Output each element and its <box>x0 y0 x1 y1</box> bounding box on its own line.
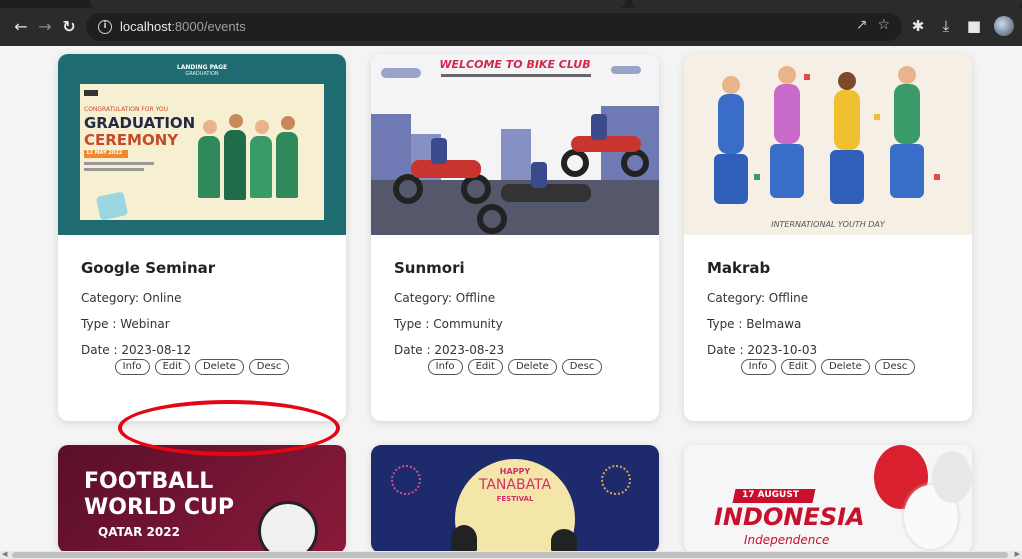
event-category: Category: Offline <box>394 291 496 305</box>
delete-button[interactable]: Delete <box>820 359 870 375</box>
edit-button[interactable]: Edit <box>467 359 503 375</box>
event-card: WELCOME TO BIKE CLUB Sunmori Category: O… <box>371 54 659 421</box>
event-image: LANDING PAGE GRADUATION CONGRATULATION F… <box>58 54 346 235</box>
event-category: Category: Online <box>81 291 182 305</box>
event-image: FOOTBALL WORLD CUP QATAR 2022 <box>58 445 346 551</box>
forward-icon[interactable]: → <box>34 16 56 38</box>
event-image: INTERNATIONAL YOUTH DAY <box>684 54 972 235</box>
horizontal-scrollbar[interactable]: ◀ ▶ <box>0 550 1022 559</box>
delete-button[interactable]: Delete <box>194 359 244 375</box>
event-title: Google Seminar <box>81 259 216 277</box>
event-date: Date : 2023-08-23 <box>394 343 505 357</box>
reload-icon[interactable]: ↻ <box>58 16 80 38</box>
download-icon[interactable]: ⤓ <box>938 17 954 35</box>
address-bar[interactable]: i localhost:8000/events ↗ ☆ <box>86 13 902 41</box>
site-info-icon[interactable]: i <box>98 20 112 34</box>
event-date: Date : 2023-08-12 <box>81 343 192 357</box>
event-date: Date : 2023-10-03 <box>707 343 818 357</box>
event-card: FOOTBALL WORLD CUP QATAR 2022 <box>58 445 346 551</box>
side-panel-icon[interactable]: ■ <box>966 17 982 35</box>
event-type: Type : Webinar <box>81 317 170 331</box>
event-image: HAPPY TANABATA FESTIVAL <box>371 445 659 551</box>
tab-strip-area <box>90 0 625 8</box>
edit-button[interactable]: Edit <box>780 359 816 375</box>
highlight-annotation <box>118 400 340 456</box>
scroll-left-arrow-icon[interactable]: ◀ <box>2 550 7 558</box>
bookmark-star-icon[interactable]: ☆ <box>877 17 890 33</box>
tab-strip <box>0 0 1022 8</box>
browser-toolbar: ← → ↻ i localhost:8000/events ↗ ☆ ✱ ⤓ ■ … <box>0 8 1022 46</box>
event-category: Category: Offline <box>707 291 809 305</box>
scrollbar-thumb[interactable] <box>12 552 1008 558</box>
event-type: Type : Community <box>394 317 503 331</box>
event-card: 17 AUGUST INDONESIA Independence <box>684 445 972 551</box>
event-image: WELCOME TO BIKE CLUB <box>371 54 659 235</box>
extensions-icon[interactable]: ✱ <box>910 17 926 35</box>
info-button[interactable]: Info <box>740 359 776 375</box>
event-card: INTERNATIONAL YOUTH DAY Makrab Category:… <box>684 54 972 421</box>
url-text[interactable]: localhost:8000/events <box>120 19 246 34</box>
events-page: LANDING PAGE GRADUATION CONGRATULATION F… <box>0 46 1022 551</box>
tab-strip-area-right <box>632 0 1022 8</box>
edit-button[interactable]: Edit <box>154 359 190 375</box>
scroll-right-arrow-icon[interactable]: ▶ <box>1015 550 1020 558</box>
desc-button[interactable]: Desc <box>874 359 916 375</box>
event-title: Sunmori <box>394 259 465 277</box>
delete-button[interactable]: Delete <box>507 359 557 375</box>
info-button[interactable]: Info <box>114 359 150 375</box>
desc-button[interactable]: Desc <box>248 359 290 375</box>
share-icon[interactable]: ↗ <box>856 17 868 33</box>
info-button[interactable]: Info <box>427 359 463 375</box>
event-card: HAPPY TANABATA FESTIVAL <box>371 445 659 551</box>
event-title: Makrab <box>707 259 771 277</box>
event-card: LANDING PAGE GRADUATION CONGRATULATION F… <box>58 54 346 421</box>
desc-button[interactable]: Desc <box>561 359 603 375</box>
profile-avatar[interactable] <box>994 16 1014 36</box>
back-icon[interactable]: ← <box>10 16 32 38</box>
event-image: 17 AUGUST INDONESIA Independence <box>684 445 972 551</box>
event-type: Type : Belmawa <box>707 317 802 331</box>
